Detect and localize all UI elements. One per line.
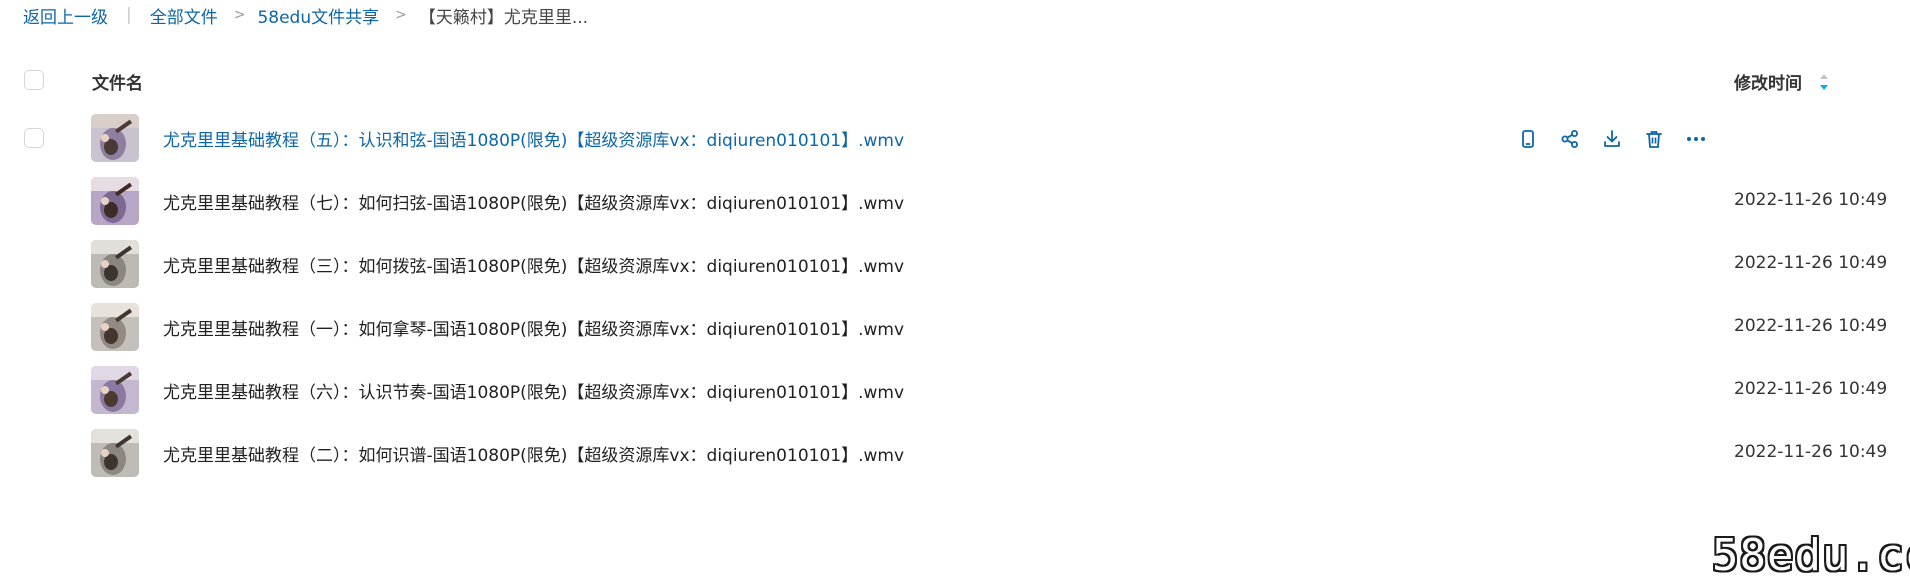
breadcrumb-share-folder[interactable]: 58edu文件共享 (257, 3, 379, 28)
column-header-name[interactable]: 文件名 (92, 69, 143, 94)
file-modified-time: 2022-11-26 10:49 (1734, 442, 1888, 462)
download-icon[interactable] (1597, 124, 1627, 154)
row-checkbox[interactable] (24, 128, 44, 148)
file-modified-time: 2022-11-26 10:49 (1734, 316, 1888, 336)
breadcrumb-current: 【天籁村】尤克里里... (418, 7, 589, 28)
column-header-time[interactable]: 修改时间 (1734, 69, 1802, 94)
back-link[interactable]: 返回上一级 (23, 3, 108, 28)
file-name[interactable]: 尤克里里基础教程（六）：认识节奏-国语1080P(限免)【超级资源库vx：diq… (163, 378, 904, 403)
sort-icon[interactable] (1818, 71, 1830, 93)
file-modified-time: 2022-11-26 10:49 (1734, 190, 1888, 210)
file-name[interactable]: 尤克里里基础教程（一）：如何拿琴-国语1080P(限免)【超级资源库vx：diq… (163, 315, 904, 340)
select-all-checkbox[interactable] (24, 70, 44, 90)
video-thumbnail[interactable] (91, 429, 139, 477)
list-header: 文件名 修改时间 (0, 55, 1910, 105)
video-thumbnail[interactable] (91, 366, 139, 414)
share-icon[interactable] (1555, 124, 1585, 154)
video-thumbnail[interactable] (91, 177, 139, 225)
breadcrumb-divider: | (126, 5, 132, 25)
breadcrumb-all-files[interactable]: 全部文件 (150, 3, 218, 28)
video-thumbnail[interactable] (91, 240, 139, 288)
file-modified-time: 2022-11-26 10:49 (1734, 379, 1888, 399)
file-name[interactable]: 尤克里里基础教程（五）：认识和弦-国语1080P(限免)【超级资源库vx：diq… (163, 126, 904, 151)
more-icon[interactable] (1681, 124, 1711, 154)
breadcrumb: 返回上一级 | 全部文件 > 58edu文件共享 > 【天籁村】尤克里里... (23, 0, 588, 30)
phone-icon[interactable] (1513, 124, 1543, 154)
file-name[interactable]: 尤克里里基础教程（二）：如何识谱-国语1080P(限免)【超级资源库vx：diq… (163, 441, 904, 466)
chevron-right-icon: > (233, 7, 246, 23)
file-row[interactable]: 尤克里里基础教程（二）：如何识谱-国语1080P(限免)【超级资源库vx：diq… (0, 415, 1910, 491)
site-watermark: 58edu.cc (1712, 530, 1910, 581)
file-name[interactable]: 尤克里里基础教程（七）：如何扫弦-国语1080P(限免)【超级资源库vx：diq… (163, 189, 904, 214)
chevron-right-icon: > (395, 7, 407, 23)
video-thumbnail[interactable] (91, 303, 139, 351)
file-modified-time: 2022-11-26 10:49 (1734, 253, 1888, 273)
video-thumbnail[interactable] (91, 114, 139, 162)
delete-icon[interactable] (1639, 124, 1669, 154)
file-name[interactable]: 尤克里里基础教程（三）：如何拨弦-国语1080P(限免)【超级资源库vx：diq… (163, 252, 904, 277)
row-actions (1513, 124, 1723, 154)
file-list-page: 返回上一级 | 全部文件 > 58edu文件共享 > 【天籁村】尤克里里... … (0, 0, 1910, 588)
